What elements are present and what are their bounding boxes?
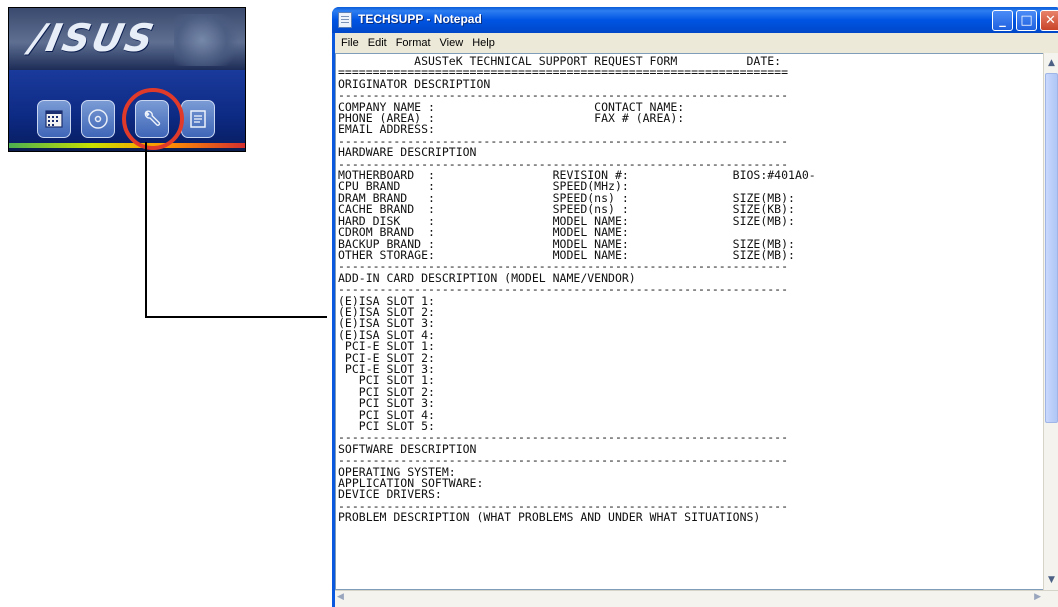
- scroll-right-arrow-icon[interactable]: ▶: [1034, 592, 1041, 602]
- document-line: PCI-E SLOT 1:: [338, 339, 435, 354]
- document-line: PCI SLOT 1:: [338, 373, 435, 388]
- document-line: PCI SLOT 3:: [338, 396, 435, 411]
- document-line: APPLICATION SOFTWARE:: [338, 476, 484, 491]
- scroll-thumb[interactable]: [1045, 73, 1058, 423]
- callout-line-vertical: [145, 142, 147, 318]
- menu-bar: File Edit Format View Help: [335, 33, 1058, 53]
- vertical-scrollbar[interactable]: ▲ ▼: [1043, 53, 1058, 590]
- maximize-icon: □: [1020, 13, 1033, 28]
- scroll-down-arrow-icon[interactable]: ▼: [1045, 572, 1058, 588]
- color-stripe: [9, 143, 245, 148]
- document-line: PCI-E SLOT 2:: [338, 350, 435, 365]
- document-line: (E)ISA SLOT 2:: [338, 304, 435, 319]
- document-text: ASUSTeK TECHNICAL SUPPORT REQUEST FORM D…: [336, 54, 1045, 524]
- notepad-window: TECHSUPP - Notepad _ □ ✕ File Edit Forma…: [332, 7, 1058, 607]
- title-bar[interactable]: TECHSUPP - Notepad _ □ ✕: [332, 7, 1058, 33]
- menu-view[interactable]: View: [440, 37, 464, 49]
- minimize-button[interactable]: _: [992, 10, 1013, 31]
- scroll-up-arrow-icon[interactable]: ▲: [1045, 55, 1058, 71]
- cd-disc-icon: [88, 109, 108, 129]
- readme-button[interactable]: [181, 100, 215, 138]
- document-line: (E)ISA SLOT 3:: [338, 316, 435, 331]
- document-line: ----------------------------------------…: [338, 282, 789, 297]
- menu-format[interactable]: Format: [396, 37, 431, 49]
- menu-edit[interactable]: Edit: [368, 37, 387, 49]
- scroll-left-arrow-icon[interactable]: ◀: [337, 592, 344, 602]
- horizontal-scrollbar[interactable]: ◀ ▶: [335, 590, 1058, 607]
- document-line: PCI-E SLOT 3:: [338, 361, 435, 376]
- calendar-grid-icon: [45, 110, 63, 128]
- asus-launcher-panel: /ISUS: [8, 7, 246, 152]
- minimize-icon: _: [999, 13, 1006, 28]
- document-line: (E)ISA SLOT 4:: [338, 327, 435, 342]
- document-line: PCI SLOT 2:: [338, 384, 435, 399]
- drivers-cd-button[interactable]: [81, 100, 115, 138]
- window-title: TECHSUPP - Notepad: [358, 12, 482, 26]
- document-line: PROBLEM DESCRIPTION (WHAT PROBLEMS AND U…: [338, 510, 761, 525]
- document-icon: [190, 110, 206, 128]
- launcher-header: /ISUS: [9, 8, 245, 70]
- document-line: PCI SLOT 4:: [338, 407, 435, 422]
- document-line: (E)ISA SLOT 1:: [338, 293, 435, 308]
- menu-help[interactable]: Help: [472, 37, 495, 49]
- asus-logo: /ISUS: [26, 16, 160, 60]
- document-line: PHONE (AREA) : FAX # (AREA):: [338, 111, 685, 126]
- world-map-graphic: [174, 14, 244, 66]
- maximize-button[interactable]: □: [1016, 10, 1037, 31]
- close-icon: ✕: [1045, 13, 1056, 28]
- notepad-icon: [338, 12, 352, 28]
- highlight-circle: [122, 88, 184, 150]
- text-editor-area[interactable]: ASUSTeK TECHNICAL SUPPORT REQUEST FORM D…: [335, 53, 1046, 590]
- callout-line-horizontal: [145, 316, 327, 318]
- close-button[interactable]: ✕: [1040, 10, 1058, 31]
- system-info-button[interactable]: [37, 100, 71, 138]
- menu-file[interactable]: File: [341, 37, 359, 49]
